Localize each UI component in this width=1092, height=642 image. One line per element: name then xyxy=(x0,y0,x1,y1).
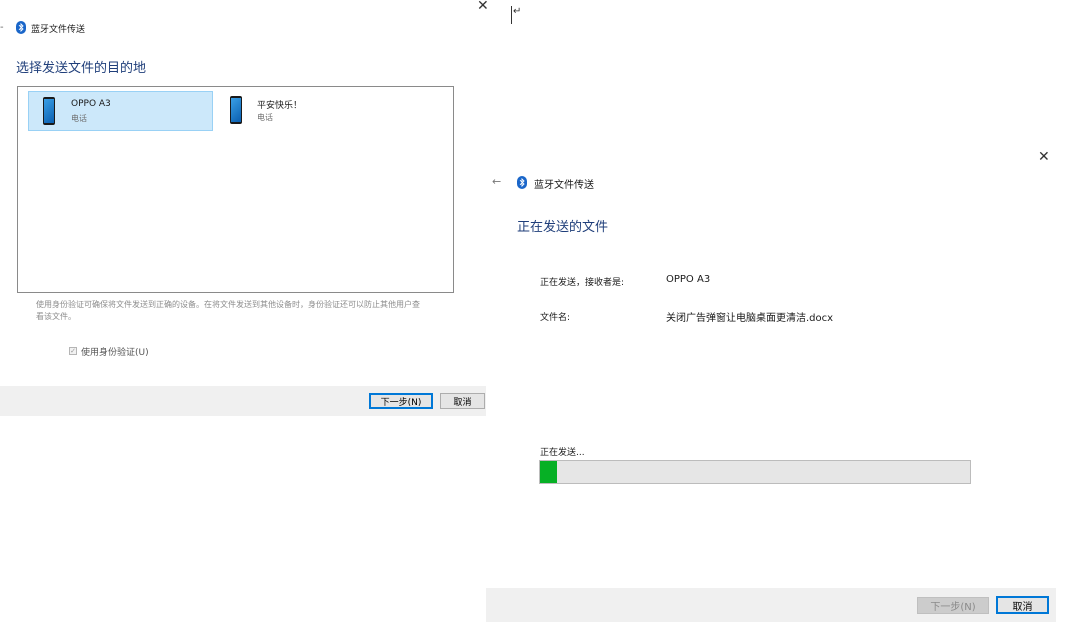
bluetooth-icon xyxy=(16,21,26,34)
device-item-pingan[interactable]: 平安快乐！ 电话 xyxy=(216,91,401,131)
progress-bar xyxy=(539,460,971,484)
receiver-value: OPPO A3 xyxy=(666,274,711,285)
next-button[interactable]: 下一步(N) xyxy=(917,597,989,614)
auth-checkbox-label: 使用身份验证(U) xyxy=(81,348,149,358)
close-icon[interactable]: ✕ xyxy=(1038,150,1050,164)
page-heading: 正在发送的文件 xyxy=(517,220,609,235)
dialog-title: 蓝牙文件传送 xyxy=(534,180,594,191)
back-arrow-icon[interactable]: ← xyxy=(492,175,501,188)
filename-value: 关闭广告弹窗让电脑桌面更清洁.docx xyxy=(666,313,834,324)
cancel-button[interactable]: 取消 xyxy=(996,596,1049,614)
back-arrow-icon[interactable]: ‐ xyxy=(0,22,4,33)
dialog-title: 蓝牙文件传送 xyxy=(31,25,86,35)
device-type: 电话 xyxy=(257,113,273,122)
next-button[interactable]: 下一步(N) xyxy=(369,393,433,409)
bluetooth-icon xyxy=(517,176,527,189)
device-list: OPPO A3 电话 平安快乐！ 电话 xyxy=(17,86,454,293)
device-type: 电话 xyxy=(71,114,87,123)
auth-description: 使用身份验证可确保将文件发送到正确的设备。在将文件发送到其他设备时，身份验证还可… xyxy=(36,300,420,321)
left-dialog: ‐ 蓝牙文件传送 ✕ 选择发送文件的目的地 OPPO A3 电话 平安快乐！ 电… xyxy=(0,0,489,420)
phone-icon xyxy=(230,96,242,124)
page-heading: 选择发送文件的目的地 xyxy=(16,61,147,76)
close-icon[interactable]: ✕ xyxy=(477,0,489,13)
sending-status: 正在发送... xyxy=(540,448,585,458)
progress-fill xyxy=(540,461,558,483)
auth-checkbox[interactable]: ✓ xyxy=(69,347,77,355)
receiver-label: 正在发送，接收者是: xyxy=(540,278,625,288)
right-dialog: ✕ ← 蓝牙文件传送 正在发送的文件 正在发送，接收者是: OPPO A3 文件… xyxy=(486,140,1056,630)
cancel-button[interactable]: 取消 xyxy=(440,393,485,409)
text-cursor: ↵ xyxy=(511,6,521,24)
device-item-oppo-a3[interactable]: OPPO A3 电话 xyxy=(28,91,213,131)
device-name: OPPO A3 xyxy=(71,99,111,109)
phone-icon xyxy=(43,97,55,125)
filename-label: 文件名: xyxy=(540,313,571,323)
device-name: 平安快乐！ xyxy=(257,101,303,111)
